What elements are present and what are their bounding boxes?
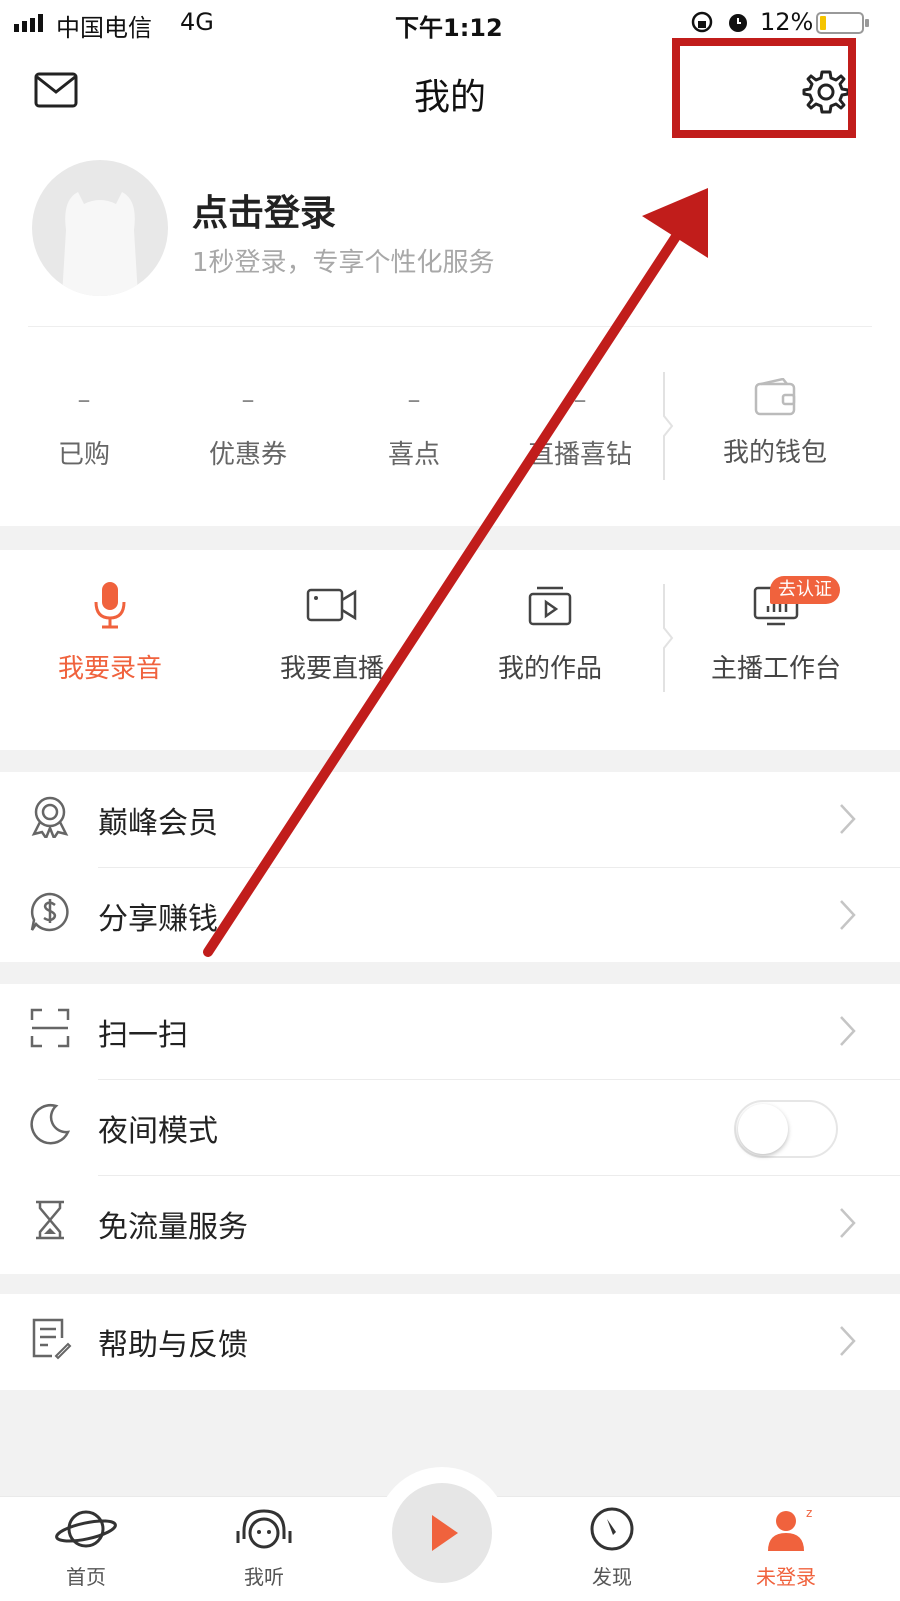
annotation-arrow <box>203 188 708 957</box>
